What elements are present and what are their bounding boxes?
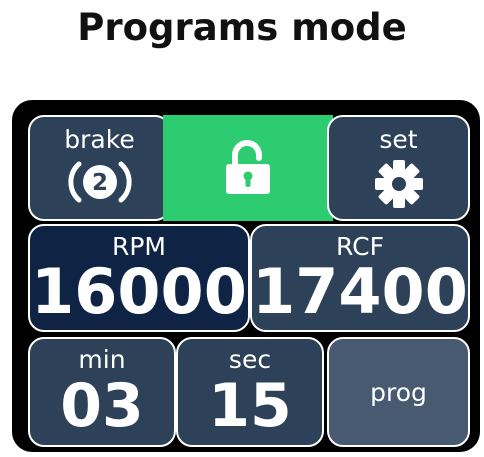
sec-value: 15 (208, 371, 292, 441)
page-title: Programs mode (77, 6, 407, 49)
min-label: min (78, 345, 126, 374)
rcf-value: 17400 (252, 255, 468, 328)
rcf-field[interactable]: RCF 17400 (250, 224, 470, 332)
rpm-value: 16000 (31, 255, 247, 328)
min-value: 03 (60, 371, 144, 441)
unlocked-padlock-icon (226, 140, 270, 194)
prog-label: prog (370, 377, 427, 407)
brake-button[interactable]: brake 2 (28, 115, 171, 221)
seconds-field[interactable]: sec 15 (176, 337, 324, 447)
gear-icon (374, 160, 423, 208)
minutes-field[interactable]: min 03 (28, 337, 176, 447)
brake-level: 2 (91, 170, 107, 196)
rpm-field[interactable]: RPM 16000 (28, 224, 250, 332)
brake-label: brake (64, 125, 135, 154)
lock-toggle[interactable] (163, 115, 333, 221)
settings-button[interactable]: set (327, 115, 470, 221)
sec-label: sec (228, 345, 272, 374)
brake-icon: 2 (67, 161, 132, 203)
set-label: set (379, 125, 418, 154)
programs-button[interactable]: prog (327, 337, 470, 447)
